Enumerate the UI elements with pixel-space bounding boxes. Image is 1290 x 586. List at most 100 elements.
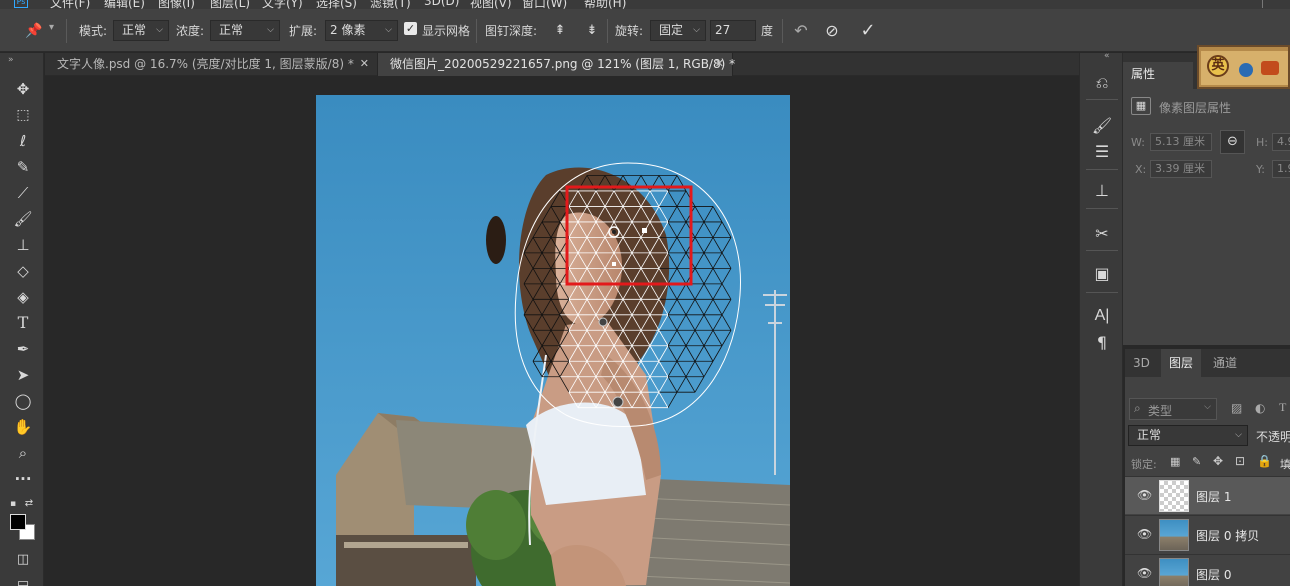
lock-position-icon[interactable]: ✥ bbox=[1213, 454, 1223, 468]
input-method-widget[interactable]: 英 bbox=[1197, 45, 1290, 89]
expand-input-value: 2 像素 bbox=[330, 23, 366, 37]
layer-row[interactable]: 👁 图层 0 bbox=[1125, 554, 1290, 586]
visibility-eye-icon[interactable]: 👁 bbox=[1137, 527, 1152, 541]
character-icon[interactable]: A| bbox=[1089, 305, 1115, 327]
separator bbox=[476, 19, 477, 43]
layer-row[interactable]: 👁 图层 1 bbox=[1125, 476, 1290, 514]
pin-forward-icon[interactable]: ⇞ bbox=[548, 19, 572, 43]
visibility-eye-icon[interactable]: 👁 bbox=[1137, 566, 1152, 580]
commit-check-icon[interactable]: ✓ bbox=[856, 19, 880, 43]
h-label: H: bbox=[1256, 136, 1268, 149]
brush-settings-icon[interactable]: 🖌 bbox=[1089, 115, 1115, 137]
zoom-tool-icon[interactable]: ⌕ bbox=[10, 442, 36, 464]
menu-select[interactable]: 选择(S) bbox=[316, 0, 357, 9]
rotate-label: 旋转: bbox=[615, 24, 644, 38]
more-tools-icon[interactable]: ··· bbox=[10, 468, 36, 490]
brush-tool-icon[interactable]: 🖌 bbox=[10, 208, 36, 230]
type-filter-icon[interactable]: T bbox=[1279, 400, 1286, 415]
menu-file[interactable]: 文件(F) bbox=[50, 0, 90, 9]
marquee-tool-icon[interactable]: ⬚ bbox=[10, 104, 36, 126]
width-field[interactable]: 5.13 厘米 bbox=[1150, 133, 1212, 151]
menu-layer[interactable]: 图层(L) bbox=[210, 0, 250, 9]
document-canvas[interactable] bbox=[316, 95, 790, 586]
close-icon[interactable]: ✕ bbox=[715, 53, 724, 75]
collapse-dock-icon[interactable]: « bbox=[1104, 51, 1110, 61]
show-mesh-checkbox[interactable]: ✓ bbox=[404, 22, 417, 35]
menu-view[interactable]: 视图(V) bbox=[470, 0, 512, 9]
paragraph-icon[interactable]: ¶ bbox=[1089, 332, 1115, 354]
x-field[interactable]: 3.39 厘米 bbox=[1150, 160, 1212, 178]
quick-mask-icon[interactable]: ◫ bbox=[10, 549, 36, 571]
lock-all-icon[interactable]: 🔒 bbox=[1257, 454, 1272, 468]
default-colors-icon[interactable]: ▪ bbox=[6, 493, 20, 515]
adjustment-filter-icon[interactable]: ◐ bbox=[1255, 401, 1265, 415]
move-tool-icon[interactable]: ✥ bbox=[10, 78, 36, 100]
density-select[interactable]: 正常 ⌵ bbox=[210, 20, 280, 41]
mode-select[interactable]: 正常 ⌵ bbox=[113, 20, 169, 41]
lock-image-icon[interactable]: ✎ bbox=[1192, 455, 1201, 468]
menu-window[interactable]: 窗口(W) bbox=[522, 0, 567, 9]
path-selection-tool-icon[interactable]: ➤ bbox=[10, 364, 36, 386]
rotate-angle-input[interactable]: 27 bbox=[710, 20, 756, 41]
history-icon[interactable]: ⎌ bbox=[1089, 72, 1115, 94]
link-dimensions-icon[interactable]: ⊖ bbox=[1220, 130, 1245, 154]
layer-filter-select[interactable]: ⌕ 类型 ⌵ bbox=[1129, 398, 1217, 420]
eyedropper-tool-icon[interactable]: ⟋ bbox=[10, 182, 36, 204]
cancel-icon[interactable]: ⊘ bbox=[820, 19, 844, 43]
reset-icon[interactable]: ↶ bbox=[789, 19, 813, 43]
layers-tab-bar: 3D 图层 通道 bbox=[1125, 349, 1290, 377]
menu-type[interactable]: 文字(Y) bbox=[262, 0, 303, 9]
adjustments-icon[interactable]: ☰ bbox=[1089, 141, 1115, 163]
window-control[interactable] bbox=[1262, 0, 1290, 8]
ellipse-tool-icon[interactable]: ◯ bbox=[10, 390, 36, 412]
tab-document-text-portrait[interactable]: 文字人像.psd @ 16.7% (亮度/对比度 1, 图层蒙版/8) * ✕ bbox=[45, 53, 378, 76]
y-field[interactable]: 1.9 bbox=[1272, 160, 1290, 178]
lock-transparent-icon[interactable]: ▦ bbox=[1170, 455, 1180, 468]
menu-filter[interactable]: 滤镜(T) bbox=[370, 0, 411, 9]
paint-bucket-tool-icon[interactable]: ◈ bbox=[10, 286, 36, 308]
swap-colors-icon[interactable]: ⇄ bbox=[22, 493, 36, 515]
tool-preset-caret-icon[interactable]: ▾ bbox=[49, 22, 54, 33]
layer-row[interactable]: 👁 图层 0 拷贝 bbox=[1125, 515, 1290, 553]
type-tool-icon[interactable]: T bbox=[10, 312, 36, 334]
photoshop-logo-icon: Ps bbox=[14, 0, 28, 8]
height-field[interactable]: 4.9 bbox=[1272, 133, 1290, 151]
tab-channels[interactable]: 通道 bbox=[1205, 349, 1245, 377]
lock-artboard-icon[interactable]: ⊡ bbox=[1235, 454, 1245, 468]
collapse-toolbar-icon[interactable]: » bbox=[8, 55, 14, 65]
canvas-area[interactable] bbox=[45, 77, 1079, 586]
visibility-eye-icon[interactable]: 👁 bbox=[1137, 488, 1152, 502]
puppet-pin-tool-icon[interactable]: 📌 bbox=[22, 19, 46, 43]
clone-stamp-tool-icon[interactable]: ⊥ bbox=[10, 234, 36, 256]
lasso-tool-icon[interactable]: ℓ bbox=[10, 130, 36, 152]
pen-tool-icon[interactable]: ✒ bbox=[10, 338, 36, 360]
eraser-tool-icon[interactable]: ◇ bbox=[10, 260, 36, 282]
properties-tab-bar: 属性 英 bbox=[1123, 45, 1290, 89]
layers-panel: 3D 图层 通道 ⌕ 类型 ⌵ ▨ ◐ T 正常 ⌵ 不透明 锁定: ▦ ✎ ✥… bbox=[1125, 349, 1290, 586]
clone-source-icon[interactable]: ⊥ bbox=[1089, 180, 1115, 202]
menu-help[interactable]: 帮助(H) bbox=[584, 0, 626, 9]
close-icon[interactable]: ✕ bbox=[360, 53, 369, 75]
tab-properties[interactable]: 属性 bbox=[1123, 62, 1193, 89]
blend-mode-select[interactable]: 正常 ⌵ bbox=[1128, 425, 1248, 446]
expand-input[interactable]: 2 像素 ⌵ bbox=[325, 20, 398, 41]
menu-image[interactable]: 图像(I) bbox=[158, 0, 195, 9]
tab-document-wechat-image[interactable]: 微信图片_20200529221657.png @ 121% (图层 1, RG… bbox=[378, 53, 735, 76]
menu-3d[interactable]: 3D(D) bbox=[424, 0, 459, 8]
foreground-color-swatch[interactable] bbox=[10, 514, 26, 530]
tab-3d[interactable]: 3D bbox=[1125, 349, 1158, 377]
image-filter-icon[interactable]: ▨ bbox=[1231, 401, 1242, 415]
document-tab-bar: 文字人像.psd @ 16.7% (亮度/对比度 1, 图层蒙版/8) * ✕ … bbox=[45, 53, 1079, 76]
rotate-mode-select[interactable]: 固定 ⌵ bbox=[650, 20, 706, 41]
pin-backward-icon[interactable]: ⇟ bbox=[580, 19, 604, 43]
tool-presets-icon[interactable]: ✂ bbox=[1089, 223, 1115, 245]
chevron-down-icon: ⌵ bbox=[385, 25, 392, 35]
quick-select-tool-icon[interactable]: ✎ bbox=[10, 156, 36, 178]
hand-tool-icon[interactable]: ✋ bbox=[10, 416, 36, 438]
menu-edit[interactable]: 编辑(E) bbox=[104, 0, 145, 9]
screen-mode-icon[interactable]: ▭ bbox=[10, 573, 36, 586]
navigator-icon[interactable]: ▣ bbox=[1089, 263, 1115, 285]
filter-type-label: 类型 bbox=[1148, 404, 1173, 418]
chevron-down-icon: ⌵ bbox=[267, 25, 274, 35]
tab-layers[interactable]: 图层 bbox=[1161, 349, 1202, 377]
